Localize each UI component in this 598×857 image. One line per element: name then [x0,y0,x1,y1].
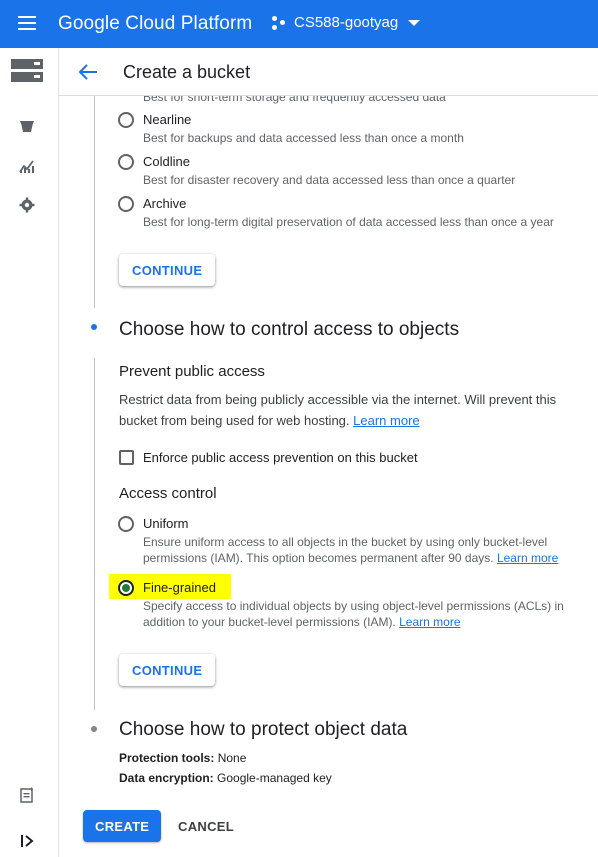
prevent-public-access-desc: Restrict data from being publicly access… [119,389,556,431]
project-selector[interactable]: CS588-gootyag [272,14,421,31]
prevent-desc-line: Restrict data from being publicly access… [119,392,557,407]
prevent-public-access-heading: Prevent public access [119,363,265,380]
settings-icon[interactable] [19,197,35,213]
left-nav-rail [0,48,59,857]
option-label-nearline: Nearline [143,112,192,127]
back-arrow-icon[interactable] [77,61,99,83]
uniform-desc-line: permissions (IAM). This option becomes p… [143,550,558,566]
option-label-archive: Archive [143,196,187,211]
standard-option-desc: Best for short-term storage and frequent… [143,96,446,104]
step-connector-line [94,96,95,308]
option-label-fine-grained: Fine-grained [143,580,216,595]
radio-archive[interactable] [118,196,134,212]
top-app-bar: Google Cloud Platform CS588-gootyag [0,0,598,48]
create-button[interactable]: CREATE [83,810,162,842]
fine-desc-line: Specify access to individual objects by … [143,599,564,613]
access-control-heading: Access control [119,485,217,502]
form-actions: CREATE CANCEL [59,800,598,857]
option-label-coldline: Coldline [143,154,190,169]
prevent-desc-text: bucket from being used for web hosting. [119,413,350,428]
radio-uniform[interactable] [118,516,134,532]
enforce-public-access-label: Enforce public access prevention on this… [143,450,418,465]
data-encryption-label: Data encryption: [119,771,214,785]
data-encryption-row: Data encryption: Google-managed key [119,771,332,785]
continue-button-storage-class[interactable]: CONTINUE [119,254,216,286]
prevent-desc-line: bucket from being used for web hosting. … [119,410,556,431]
data-encryption-value: Google-managed key [217,771,332,785]
bucket-icon[interactable] [19,118,35,134]
continue-button-access[interactable]: CONTINUE [119,654,216,686]
option-desc-uniform: Ensure uniform access to all objects in … [143,534,558,566]
create-bucket-form: Best for short-term storage and frequent… [59,96,598,857]
learn-more-link-fine[interactable]: Learn more [399,615,460,629]
project-name: CS588-gootyag [294,14,399,31]
protection-tools-label: Protection tools: [119,751,215,765]
analytics-icon[interactable] [19,158,35,174]
uniform-desc-text: permissions (IAM). This option becomes p… [143,551,494,565]
learn-more-link-prevent[interactable]: Learn more [353,413,419,428]
release-notes-icon[interactable] [20,787,35,803]
step-indicator-inactive [91,726,97,732]
learn-more-link-uniform[interactable]: Learn more [497,551,558,565]
option-label-uniform: Uniform [143,516,189,531]
enforce-public-access-checkbox[interactable] [119,450,134,465]
page-header: Create a bucket [59,48,598,96]
option-desc-coldline: Best for disaster recovery and data acce… [143,173,516,187]
protection-tools-row: Protection tools: None [119,751,246,765]
project-dots-icon [272,15,288,31]
radio-fine-grained[interactable] [118,580,134,596]
fine-desc-text: addition to your bucket-level permission… [143,615,396,629]
radio-coldline[interactable] [118,154,134,170]
page-title: Create a bucket [123,62,251,82]
option-desc-nearline: Best for backups and data accessed less … [143,131,464,145]
product-brand[interactable]: Google Cloud Platform [58,13,252,35]
option-desc-archive: Best for long-term digital preservation … [143,215,554,229]
radio-nearline[interactable] [118,112,134,128]
cancel-button[interactable]: CANCEL [166,810,246,842]
storage-product-icon[interactable] [10,58,44,84]
uniform-desc-line: Ensure uniform access to all objects in … [143,535,548,549]
hamburger-menu-icon[interactable] [18,16,36,30]
expand-rail-icon[interactable] [21,835,35,847]
option-desc-fine-grained: Specify access to individual objects by … [143,598,564,630]
dropdown-caret-icon [408,19,421,26]
step-indicator-active [91,324,97,330]
step-title-protect: Choose how to protect object data [119,719,408,740]
step-title-access: Choose how to control access to objects [119,319,460,340]
fine-desc-line: addition to your bucket-level permission… [143,614,564,630]
step-connector-line [94,358,95,710]
protection-tools-value: None [217,751,247,765]
